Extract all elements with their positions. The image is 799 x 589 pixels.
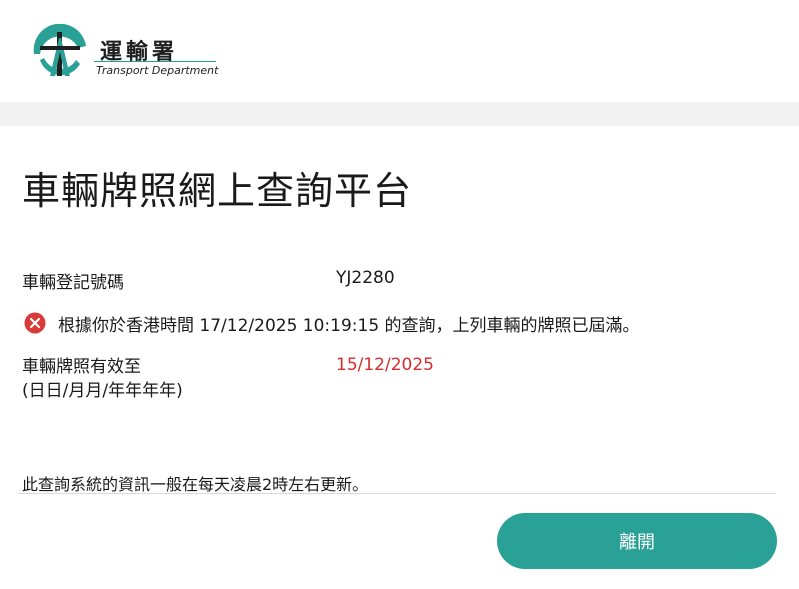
logo-english-text: Transport Department (96, 64, 219, 77)
td-emblem-icon (33, 24, 86, 76)
registration-number-value: YJ2280 (336, 268, 395, 288)
licence-expiry-label-line2: (日日/月月/年年年年) (22, 381, 183, 401)
footer-divider (18, 493, 776, 494)
error-circle-x-icon (24, 312, 46, 334)
site-header: 運輸署 Transport Department (0, 0, 799, 102)
header-separator-band (0, 102, 799, 126)
leave-button[interactable]: 離開 (497, 513, 777, 569)
licence-expiry-label-line1: 車輛牌照有效至 (22, 357, 141, 377)
licence-expiry-label: 車輛牌照有效至 (日日/月月/年年年年) (22, 355, 183, 403)
registration-number-label: 車輛登記號碼 (22, 273, 124, 293)
licence-expiry-value: 15/12/2025 (336, 355, 434, 375)
expired-status-message: 根據你於香港時間 17/12/2025 10:19:15 的查詢，上列車輛的牌照… (58, 316, 640, 336)
transport-department-logo[interactable]: 運輸署 Transport Department (30, 24, 230, 84)
page-title: 車輛牌照網上查詢平台 (22, 169, 413, 213)
logo-underline (94, 61, 216, 62)
update-note: 此查詢系統的資訊一般在每天凌晨2時左右更新。 (22, 475, 369, 494)
